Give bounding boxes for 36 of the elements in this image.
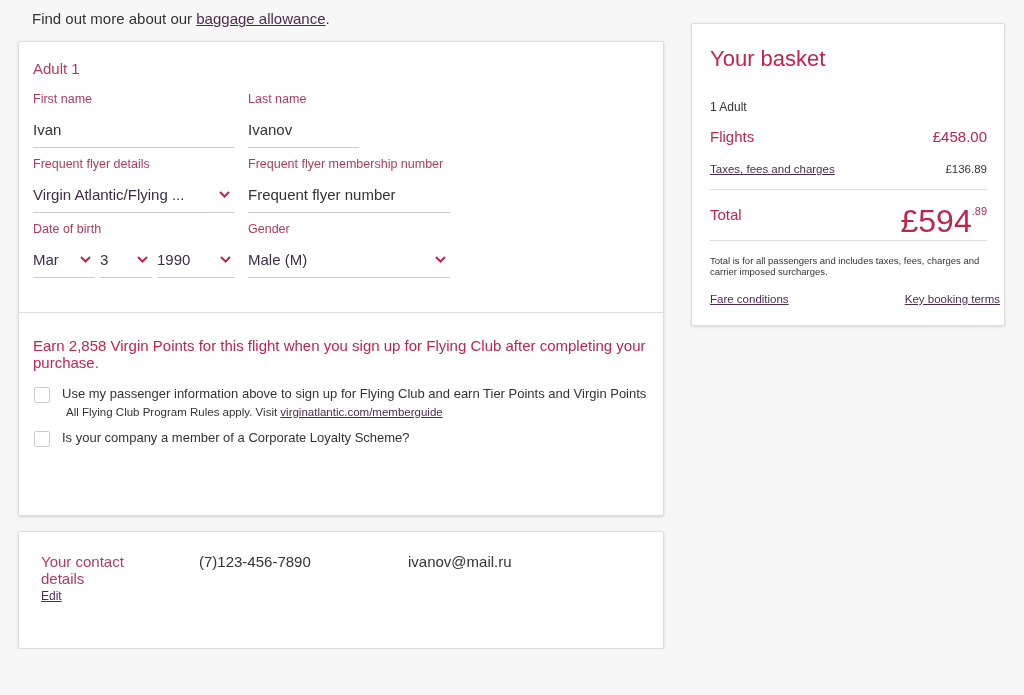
phone-number: (7)123-456-7890	[199, 553, 312, 570]
flights-label: Flights	[710, 128, 755, 145]
terms-link[interactable]: Fare conditions	[710, 293, 789, 305]
points-promo-text: Earn 2,858 Virgin Points for this flight when you sign up for Flying Club after completing your purchase.	[33, 337, 647, 371]
passenger-heading: Adult 1	[33, 60, 81, 77]
total-note: Total is for all passengers and includes taxes, fees, charges and carrier imposed surcharges.	[710, 255, 981, 277]
checkbox-label: Use my passenger information above to sign up for Flying Club and earn Tier Points and Virgin Points	[62, 387, 647, 400]
chevron-down-icon	[435, 256, 446, 263]
basket-heading: Your basket	[710, 46, 827, 72]
field-label: Date of birth	[33, 223, 103, 236]
email-address: ivanov@mail.ru	[408, 553, 512, 570]
member-guide-link[interactable]: virginatlantic.com/memberguide	[280, 406, 443, 418]
taxes-link[interactable]: Taxes, fees and charges	[710, 163, 835, 175]
chevron-down-icon	[137, 256, 148, 263]
chevron-down-icon	[80, 256, 91, 263]
chevron-down-icon	[219, 191, 230, 198]
passenger-count: 1 Adult	[710, 100, 748, 114]
checkbox-label: Is your company a member of a Corporate Loyalty Scheme?	[62, 431, 410, 444]
program-rules-text: All Flying Club Program Rules apply. Visit virginatlantic.com/memberguide	[66, 406, 444, 419]
field-label: Last name	[248, 93, 308, 106]
field-label: Frequent flyer details	[33, 158, 151, 171]
baggage-allowance-link[interactable]: baggage allowance	[196, 10, 326, 27]
field-label: Gender	[248, 223, 291, 236]
field-label: Frequent flyer membership number	[248, 158, 445, 171]
checkbox[interactable]	[34, 431, 50, 447]
checkbox[interactable]	[34, 387, 50, 403]
chevron-down-icon	[220, 256, 231, 263]
baggage-info-text: Find out more about our baggage allowance.	[32, 10, 331, 27]
edit-link[interactable]: Edit	[41, 589, 62, 603]
total-price: £594$^{.89}$	[900, 206, 987, 236]
flights-price: £458.00	[932, 128, 987, 145]
total-label: Total	[710, 206, 742, 223]
taxes-price: £136.89	[945, 163, 987, 175]
terms-link[interactable]: Key booking terms	[904, 293, 1000, 305]
contact-heading: Your contact details	[41, 553, 125, 587]
field-label: First name	[33, 93, 94, 106]
